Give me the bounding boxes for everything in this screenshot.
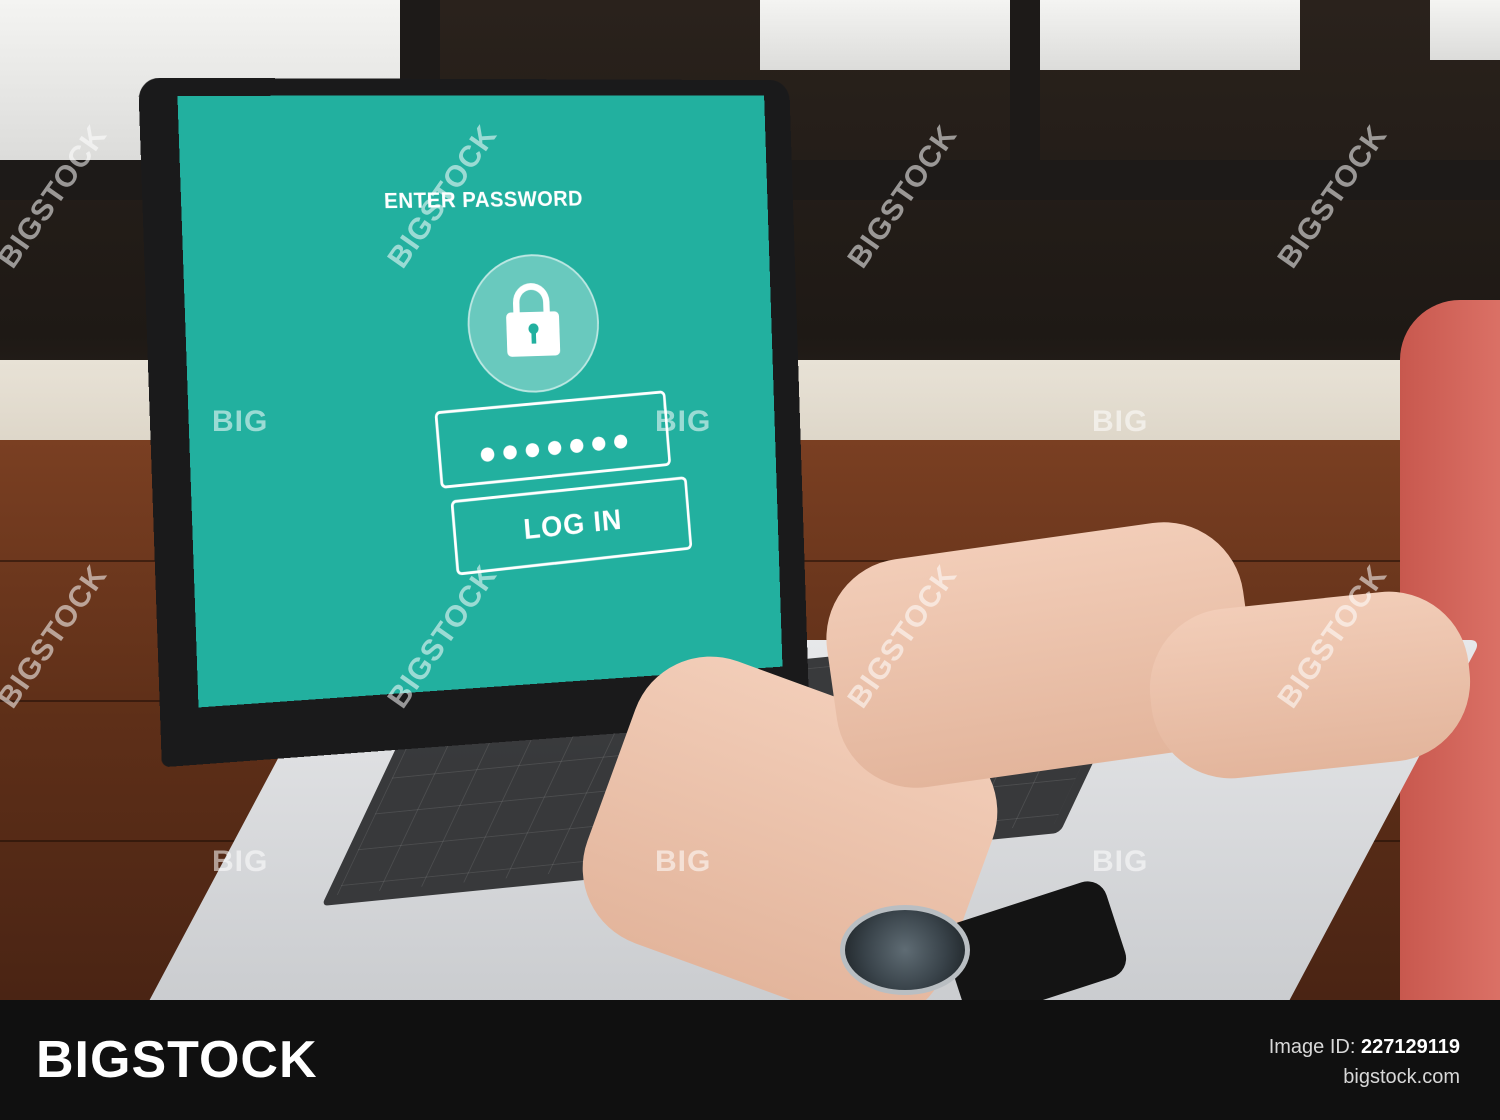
watermark: BIG (1092, 845, 1149, 878)
image-id-label: Image ID: (1268, 1036, 1356, 1058)
stock-footer: BIGSTOCK Image ID: 227129119 bigstock.co… (0, 1000, 1500, 1120)
lock-icon (465, 252, 602, 395)
window-pane (1040, 0, 1300, 70)
login-screen: ENTER PASSWORD ●●●●●●● LOG IN (177, 95, 783, 708)
watermark: BIG (655, 405, 712, 438)
window-pane (760, 0, 1010, 70)
image-id-value: 227129119 (1360, 1036, 1460, 1058)
brand-logo: BIGSTOCK (36, 1031, 318, 1089)
window-pane (1430, 0, 1500, 60)
watermark: BIG (212, 405, 269, 438)
window-frame (1010, 0, 1040, 200)
password-input[interactable]: ●●●●●●● (434, 390, 672, 489)
login-button[interactable]: LOG IN (450, 476, 693, 576)
photo-scene: ENTER PASSWORD ●●●●●●● LOG IN BIGSTOCK B… (0, 0, 1500, 1000)
password-mask: ●●●●●●● (476, 420, 635, 473)
watermark: BIG (655, 845, 712, 878)
site-url[interactable]: bigstock.com (1343, 1066, 1460, 1089)
wristwatch (840, 905, 970, 995)
watermark: BIG (212, 845, 269, 878)
watermark: BIG (1092, 405, 1149, 438)
image-id: Image ID: 227129119 (1269, 1036, 1460, 1059)
